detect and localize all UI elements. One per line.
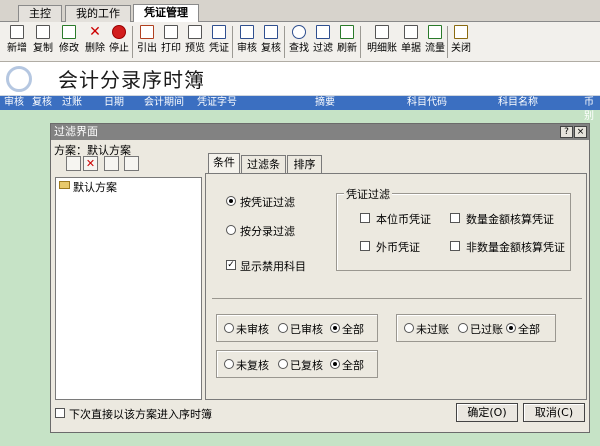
voucher-filter-group — [336, 193, 571, 271]
column-header[interactable]: 会计期间 — [144, 96, 184, 110]
document-button[interactable]: 单据 — [400, 24, 422, 60]
column-header[interactable]: 复核 — [32, 96, 52, 110]
exit-button[interactable]: 关闭 — [450, 24, 472, 60]
stop-icon — [112, 25, 126, 39]
preview-icon — [188, 25, 202, 39]
checkbox-show-disabled[interactable]: ✓ — [226, 260, 236, 270]
checkbox-non-qty-amount[interactable] — [450, 241, 460, 251]
tree-item-default-plan[interactable]: 默认方案 — [73, 179, 117, 195]
checkbox-base-currency[interactable] — [360, 213, 370, 223]
tab-filter-conditions[interactable]: 过滤条件 — [241, 155, 286, 188]
refresh-icon — [340, 25, 354, 39]
tab-workbench[interactable]: 我的工作台 — [65, 5, 131, 36]
plan-tree[interactable]: 默认方案 — [55, 177, 202, 400]
help-button[interactable]: ? — [560, 126, 573, 138]
exit-icon — [454, 25, 468, 39]
export-icon — [140, 25, 154, 39]
delete-icon: ✕ — [89, 24, 101, 40]
edit-button[interactable]: 修改 — [58, 24, 80, 60]
radio-post-all[interactable] — [506, 323, 516, 333]
toolbar-separator — [284, 26, 285, 58]
column-header[interactable]: 审核 — [4, 96, 24, 110]
radio-audited[interactable] — [278, 323, 288, 333]
checkbox-qty-amount[interactable] — [450, 213, 460, 223]
tab-console[interactable]: 主控台 — [18, 5, 62, 36]
radio-recheck-all[interactable] — [330, 359, 340, 369]
dialog-title: 过滤界面 — [51, 124, 589, 140]
find-button[interactable]: 查找 — [288, 24, 310, 60]
ledger-button[interactable]: 明细账 — [367, 24, 397, 60]
column-header[interactable]: 凭证字号 — [197, 96, 237, 110]
magnifier-icon — [6, 66, 32, 92]
toolbar: 新增 复制 修改 ✕ 删除 停止 引出 打印 预览 凭证 审核 复核 查找 过滤 … — [0, 22, 600, 62]
filter-dialog: 过滤界面 ? × 方案：默认方案 ✕ 默认方案 条件 过滤条件 排序 按凭证过滤… — [50, 123, 590, 433]
voucher-icon — [212, 25, 226, 39]
column-header[interactable]: 科目代码 — [407, 96, 447, 110]
radio-by-voucher[interactable] — [226, 196, 236, 206]
checkbox-next-time[interactable] — [55, 408, 65, 418]
radio-unposted[interactable] — [404, 323, 414, 333]
find-icon — [292, 25, 306, 39]
voucher-button[interactable]: 凭证 — [208, 24, 230, 60]
column-header[interactable]: 过账 — [62, 96, 82, 110]
audit-button[interactable]: 审核 — [236, 24, 258, 60]
cancel-button[interactable]: 取消(C) — [523, 403, 585, 422]
copy-button[interactable]: 复制 — [32, 24, 54, 60]
save-plan-icon[interactable] — [66, 156, 81, 171]
audit-icon — [240, 25, 254, 39]
toolbar-separator — [132, 26, 133, 58]
new-button[interactable]: 新增 — [6, 24, 28, 60]
tab-sort[interactable]: 排序 — [287, 155, 322, 173]
tab-voucher-management[interactable]: 凭证管理× — [133, 4, 199, 35]
properties-icon[interactable] — [124, 156, 139, 171]
toolbar-separator — [232, 26, 233, 58]
checkbox-foreign-currency[interactable] — [360, 241, 370, 251]
recheck-icon — [264, 25, 278, 39]
preview-button[interactable]: 预览 — [184, 24, 206, 60]
column-header[interactable]: 日期 — [104, 96, 124, 110]
column-header[interactable]: 摘要 — [315, 96, 335, 110]
recheck-button[interactable]: 复核 — [260, 24, 282, 60]
page-title: 会计分录序时簿 — [58, 68, 205, 92]
radio-posted[interactable] — [458, 323, 468, 333]
delete-button[interactable]: ✕ 删除 — [84, 24, 106, 60]
column-header[interactable]: 科目名称 — [498, 96, 538, 110]
print-button[interactable]: 打印 — [160, 24, 182, 60]
refresh-button[interactable]: 刷新 — [336, 24, 358, 60]
ledger-icon — [375, 25, 389, 39]
edit-icon — [62, 25, 76, 39]
new-plan-icon[interactable] — [104, 156, 119, 171]
folder-icon — [59, 181, 70, 189]
radio-audit-all[interactable] — [330, 323, 340, 333]
ok-button[interactable]: 确定(O) — [456, 403, 518, 422]
new-doc-icon — [10, 25, 24, 39]
grid-header: 审核 复核 过账 日期 会计期间 凭证字号 摘要 科目代码 科目名称 币别 — [0, 96, 600, 122]
filter-button[interactable]: 过滤 — [312, 24, 334, 60]
conditions-panel: 按凭证过滤 按分录过滤 ✓ 显示禁用科目 凭证过滤 本位币凭证 数量金额核算凭证… — [205, 173, 587, 400]
radio-unaudited[interactable] — [224, 323, 234, 333]
column-header[interactable]: 币别 — [584, 96, 600, 124]
radio-unrechecked[interactable] — [224, 359, 234, 369]
stop-button[interactable]: 停止 — [108, 24, 130, 60]
delete-plan-icon[interactable]: ✕ — [83, 156, 98, 171]
export-button[interactable]: 引出 — [136, 24, 158, 60]
radio-rechecked[interactable] — [278, 359, 288, 369]
flow-icon — [428, 25, 442, 39]
tab-bar: 主控台 我的工作台 凭证管理× — [0, 0, 600, 36]
dialog-close-button[interactable]: × — [574, 126, 587, 138]
copy-icon — [36, 25, 50, 39]
filter-icon — [316, 25, 330, 39]
document-icon — [404, 25, 418, 39]
radio-by-entry[interactable] — [226, 225, 236, 235]
toolbar-separator — [360, 26, 361, 58]
tab-conditions[interactable]: 条件 — [208, 153, 240, 174]
print-icon — [164, 25, 178, 39]
divider — [212, 298, 582, 299]
flow-button[interactable]: 流量 — [424, 24, 446, 60]
